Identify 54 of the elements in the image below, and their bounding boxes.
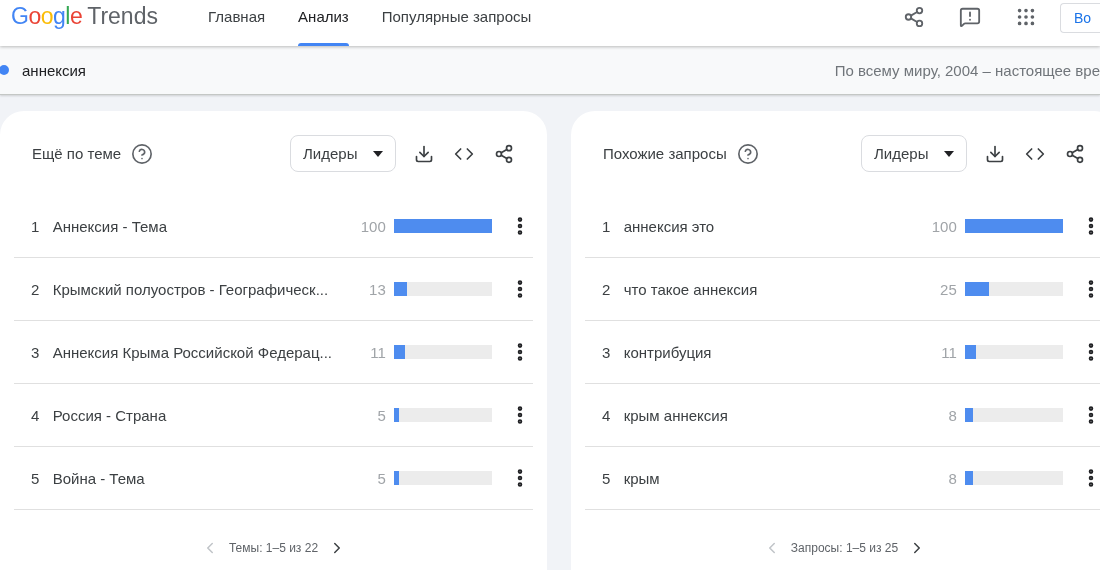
row-label[interactable]: крым — [623, 469, 920, 487]
row-value: 100 — [930, 217, 957, 235]
share-icon[interactable] — [1065, 143, 1085, 164]
rank-number: 1 — [602, 217, 612, 235]
rank-number: 3 — [31, 343, 41, 361]
download-icon[interactable] — [985, 143, 1005, 164]
apps-icon[interactable] — [1015, 6, 1037, 28]
row-label[interactable]: Война - Тема — [52, 469, 349, 487]
rank-number: 5 — [31, 469, 41, 487]
nav-tab[interactable]: Популярные запросы — [381, 0, 532, 46]
row-label[interactable]: что такое аннексия — [623, 280, 920, 298]
row-value: 5 — [376, 469, 386, 487]
row-value: 11 — [940, 343, 957, 361]
row-label[interactable]: Россия - Страна — [52, 406, 349, 424]
rank-number: 2 — [31, 280, 41, 298]
sort-dropdown[interactable]: Лидеры — [861, 135, 967, 172]
help-icon[interactable] — [736, 142, 759, 165]
share-icon[interactable] — [903, 6, 925, 28]
google-trends-logo[interactable]: Google Trends — [0, 0, 198, 30]
row-label[interactable]: крым аннексия — [623, 406, 920, 424]
nav-tab[interactable]: Анализ — [298, 0, 349, 46]
rank-number: 4 — [31, 406, 41, 424]
row-value: 13 — [368, 280, 386, 298]
sign-in-button[interactable]: Во — [1060, 3, 1100, 33]
download-icon[interactable] — [414, 143, 434, 164]
rank-number: 1 — [31, 217, 41, 235]
row-value: 25 — [939, 280, 957, 298]
rank-number: 3 — [602, 343, 612, 361]
scope-text: По всему миру, 2004 – настоящее вре — [834, 61, 1100, 79]
rank-number: 5 — [602, 469, 612, 487]
row-label[interactable]: контрибуция — [623, 343, 920, 361]
row-label[interactable]: Аннексия Крыма Российской Федерац... — [52, 343, 349, 361]
row-label[interactable]: аннексия это — [623, 217, 920, 235]
panel-title: Ещё по теме — [32, 145, 122, 162]
feedback-icon[interactable] — [959, 6, 981, 28]
row-value: 100 — [359, 217, 386, 235]
sort-dropdown[interactable]: Лидеры — [290, 135, 396, 172]
rank-number: 4 — [602, 406, 612, 424]
help-icon[interactable] — [131, 142, 154, 165]
pagination-text: Темы: 1–5 из 22 — [228, 541, 319, 555]
row-label[interactable]: Аннексия - Тема — [52, 217, 349, 235]
share-icon[interactable] — [494, 143, 514, 164]
row-value: 8 — [947, 469, 957, 487]
pagination-text: Запросы: 1–5 из 25 — [790, 541, 899, 555]
row-value: 5 — [376, 406, 386, 424]
row-value: 11 — [369, 343, 386, 361]
nav-tab[interactable]: Главная — [208, 0, 266, 46]
panel-title: Похожие запросы — [603, 145, 727, 162]
row-label[interactable]: Крымский полуостров - Географическ... — [52, 280, 349, 298]
search-term[interactable]: аннексия — [22, 61, 86, 79]
caret-icon — [944, 150, 954, 157]
row-value: 8 — [947, 406, 957, 424]
caret-icon — [373, 150, 383, 157]
rank-number: 2 — [602, 280, 612, 298]
